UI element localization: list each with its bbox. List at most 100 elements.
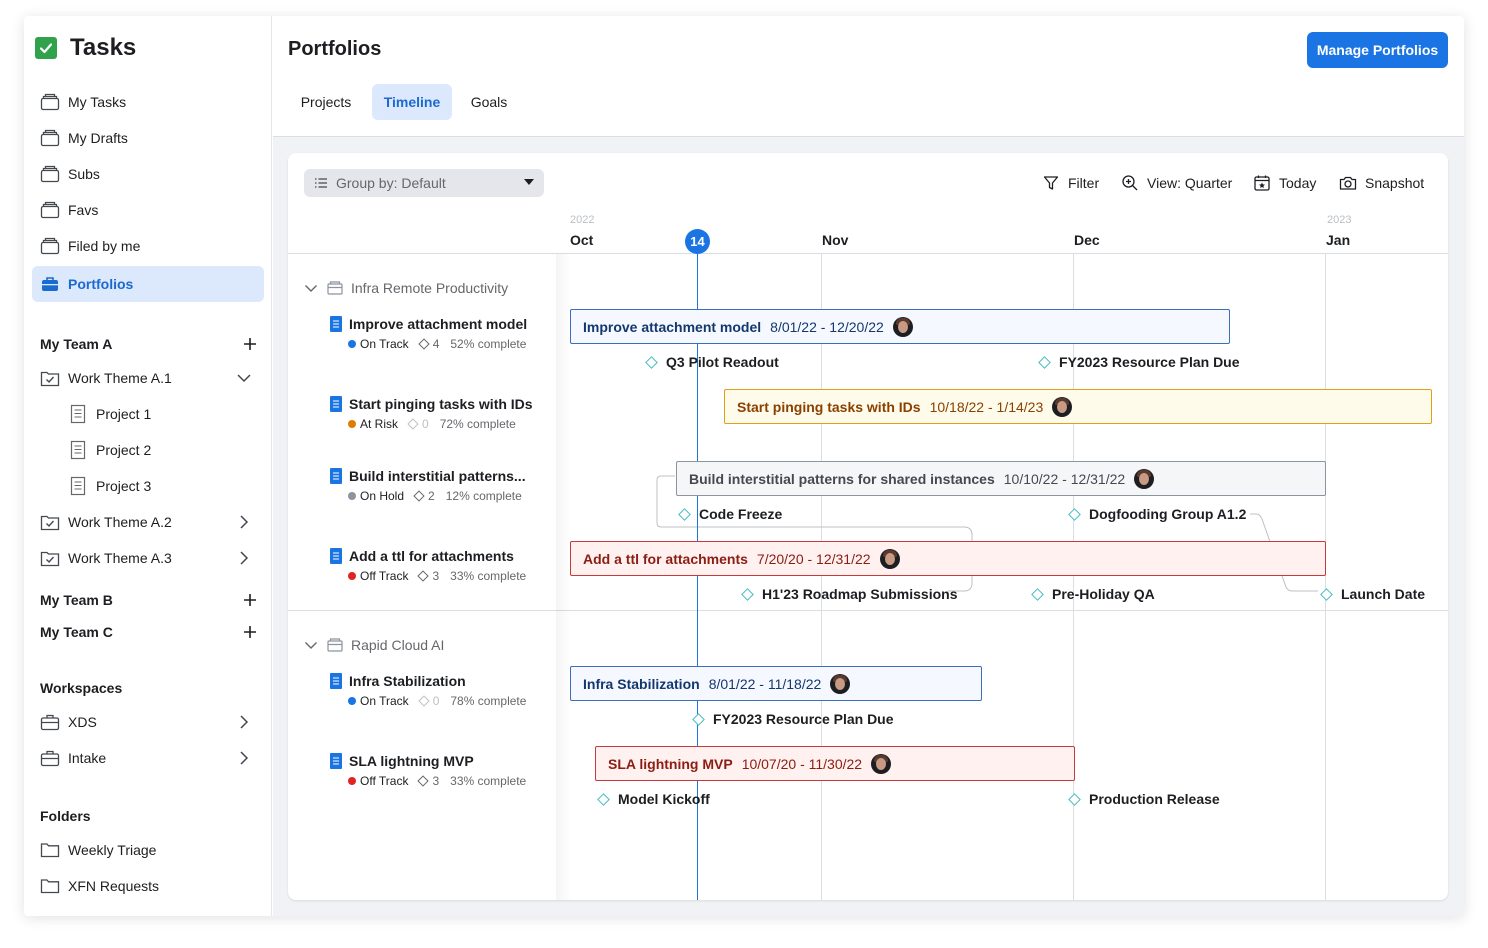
sidebar-item-project-1[interactable]: Project 1: [60, 396, 264, 432]
milestone[interactable]: Pre-Holiday QA: [1030, 584, 1155, 604]
avatar[interactable]: [1134, 468, 1155, 489]
chevron-right-icon[interactable]: [236, 714, 252, 730]
diamond-icon: [407, 418, 419, 430]
manage-portfolios-button[interactable]: Manage Portfolios: [1307, 32, 1448, 68]
milestone-count: 0: [407, 417, 429, 431]
bar-dates: 10/07/20 - 11/30/22: [741, 755, 863, 772]
avatar[interactable]: [1052, 396, 1073, 417]
document-icon: [330, 673, 342, 689]
sidebar-item-my-tasks[interactable]: My Tasks: [32, 84, 264, 120]
timeline-bar[interactable]: Infra Stabilization 8/01/22 - 11/18/22: [570, 666, 982, 701]
plus-icon[interactable]: [242, 624, 258, 640]
sidebar-item-label: Project 3: [96, 478, 152, 494]
group-name: Infra Remote Productivity: [351, 280, 509, 296]
status-label: On Track: [360, 337, 409, 351]
project-row[interactable]: Improve attachment model On Track 4 52% co…: [330, 314, 560, 353]
group-by-label: Group by: Default: [336, 175, 446, 191]
sidebar-item-label: Project 1: [96, 406, 152, 422]
milestone[interactable]: Model Kickoff: [596, 789, 710, 809]
tab-projects[interactable]: Projects: [288, 84, 364, 120]
sidebar-item-subs[interactable]: Subs: [32, 156, 264, 192]
milestone[interactable]: Code Freeze: [677, 504, 782, 524]
section-title: My Team B: [40, 592, 113, 608]
avatar[interactable]: [871, 753, 892, 774]
sidebar-item-work-theme-a3[interactable]: Work Theme A.3: [32, 540, 264, 576]
project-row[interactable]: Start pinging tasks with IDs At Risk 0 72%…: [330, 394, 560, 433]
status-dot: [348, 492, 356, 500]
chevron-right-icon[interactable]: [236, 514, 252, 530]
sidebar-item-work-theme-a2[interactable]: Work Theme A.2: [32, 504, 264, 540]
chevron-right-icon[interactable]: [236, 550, 252, 566]
section-title: Workspaces: [40, 680, 123, 696]
section-my-team-b[interactable]: My Team B: [40, 588, 264, 612]
today-button[interactable]: Today: [1253, 173, 1316, 193]
sidebar-item-favs[interactable]: Favs: [32, 192, 264, 228]
chevron-down-icon[interactable]: [304, 281, 318, 295]
year-label: 2023: [1327, 214, 1352, 226]
document-icon: [330, 753, 342, 769]
group-header-infra-remote-productivity[interactable]: Infra Remote Productivity: [304, 278, 508, 298]
stack-icon: [40, 200, 60, 220]
list-icon: [314, 176, 328, 190]
section-my-team-c[interactable]: My Team C: [40, 620, 264, 644]
avatar[interactable]: [892, 316, 913, 337]
sidebar-item-my-drafts[interactable]: My Drafts: [32, 120, 264, 156]
milestone[interactable]: FY2023 Resource Plan Due: [691, 709, 894, 729]
bar-dates: 10/18/22 - 1/14/23: [929, 398, 1044, 415]
sidebar-item-intake[interactable]: Intake: [32, 740, 264, 776]
sidebar-item-filed-by-me[interactable]: Filed by me: [32, 228, 264, 264]
group-by-select[interactable]: Group by: Default: [304, 169, 544, 197]
milestone[interactable]: Production Release: [1067, 789, 1220, 809]
milestone[interactable]: Launch Date: [1319, 584, 1425, 604]
snapshot-button[interactable]: Snapshot: [1339, 173, 1424, 193]
tab-goals[interactable]: Goals: [460, 84, 518, 120]
timeline-bar[interactable]: Build interstitial patterns for shared i…: [676, 461, 1326, 496]
snapshot-label: Snapshot: [1365, 175, 1425, 191]
avatar[interactable]: [830, 673, 851, 694]
chevron-right-icon[interactable]: [236, 750, 252, 766]
sidebar-item-xds[interactable]: XDS: [32, 704, 264, 740]
timeline-bar[interactable]: Improve attachment model 8/01/22 - 12/20/…: [570, 309, 1230, 344]
filter-button[interactable]: Filter: [1042, 173, 1099, 193]
group-header-rapid-cloud-ai[interactable]: Rapid Cloud AI: [304, 635, 444, 655]
section-my-team-a[interactable]: My Team A: [40, 332, 264, 356]
sidebar-item-project-2[interactable]: Project 2: [60, 432, 264, 468]
plus-icon[interactable]: [242, 592, 258, 608]
plus-icon[interactable]: [242, 336, 258, 352]
avatar[interactable]: [879, 548, 900, 569]
milestone[interactable]: Dogfooding Group A1.2: [1067, 504, 1246, 524]
milestone-label: Pre-Holiday QA: [1052, 586, 1155, 602]
milestone-label: Q3 Pilot Readout: [666, 354, 779, 370]
today-marker[interactable]: 14: [685, 229, 710, 254]
milestone[interactable]: FY2023 Resource Plan Due: [1037, 352, 1240, 372]
count-value: 0: [422, 417, 429, 431]
project-row[interactable]: Add a ttl for attachments Off Track 3 33% …: [330, 546, 560, 585]
project-row[interactable]: SLA lightning MVP Off Track 3 33% complete: [330, 751, 560, 790]
sidebar-item-xfn-requests[interactable]: XFN Requests: [32, 868, 264, 904]
milestone[interactable]: Q3 Pilot Readout: [644, 352, 779, 372]
project-row[interactable]: Build interstitial patterns... On Hold 2 1…: [330, 466, 560, 505]
month-gridline: [821, 254, 822, 900]
stack-icon: [40, 164, 60, 184]
document-icon: [330, 548, 342, 564]
tab-timeline[interactable]: Timeline: [372, 84, 452, 120]
sidebar-item-project-3[interactable]: Project 3: [60, 468, 264, 504]
timeline-bar[interactable]: SLA lightning MVP 10/07/20 - 11/30/22: [595, 746, 1075, 781]
percent-complete: 72% complete: [439, 417, 516, 431]
stack-icon: [40, 92, 60, 112]
sidebar-item-label: XDS: [68, 714, 97, 730]
sidebar-item-weekly-triage[interactable]: Weekly Triage: [32, 832, 264, 868]
view-quarter-button[interactable]: View: Quarter: [1121, 173, 1232, 193]
sidebar-item-work-theme-a1[interactable]: Work Theme A.1: [32, 360, 264, 396]
sidebar-item-portfolios[interactable]: Portfolios: [32, 266, 264, 302]
chevron-down-icon[interactable]: [236, 370, 252, 386]
project-row[interactable]: Infra Stabilization On Track 0 78% complet…: [330, 671, 560, 710]
toolbox-icon: [40, 748, 60, 768]
sidebar: Tasks My Tasks My Drafts Subs Favs Filed…: [24, 16, 272, 916]
timeline-bar[interactable]: Start pinging tasks with IDs 10/18/22 - 1…: [724, 389, 1432, 424]
project-title: Start pinging tasks with IDs: [349, 396, 533, 412]
milestone[interactable]: H1'23 Roadmap Submissions: [740, 584, 958, 604]
year-label: 2022: [570, 214, 595, 226]
chevron-down-icon[interactable]: [304, 638, 318, 652]
timeline-bar[interactable]: Add a ttl for attachments 7/20/20 - 12/31…: [570, 541, 1326, 576]
